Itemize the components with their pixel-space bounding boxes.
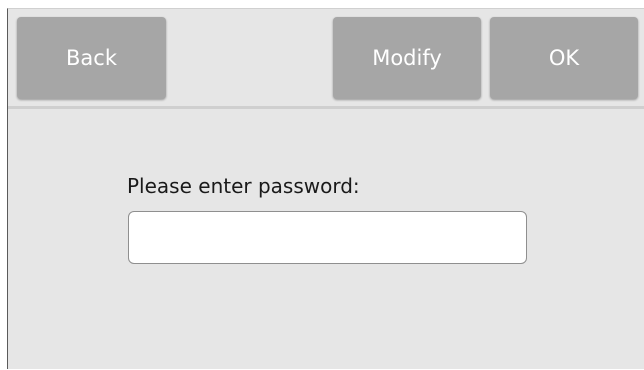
password-input[interactable]: [128, 211, 527, 264]
back-button[interactable]: Back: [17, 17, 166, 99]
password-panel: Back Modify OK Please enter password:: [7, 8, 644, 369]
screen: Back Modify OK Please enter password:: [0, 0, 644, 369]
ok-button[interactable]: OK: [490, 17, 638, 99]
modify-button[interactable]: Modify: [333, 17, 481, 99]
toolbar: Back Modify OK: [8, 9, 644, 109]
password-prompt-label: Please enter password:: [127, 174, 360, 198]
password-content: Please enter password:: [8, 109, 644, 370]
